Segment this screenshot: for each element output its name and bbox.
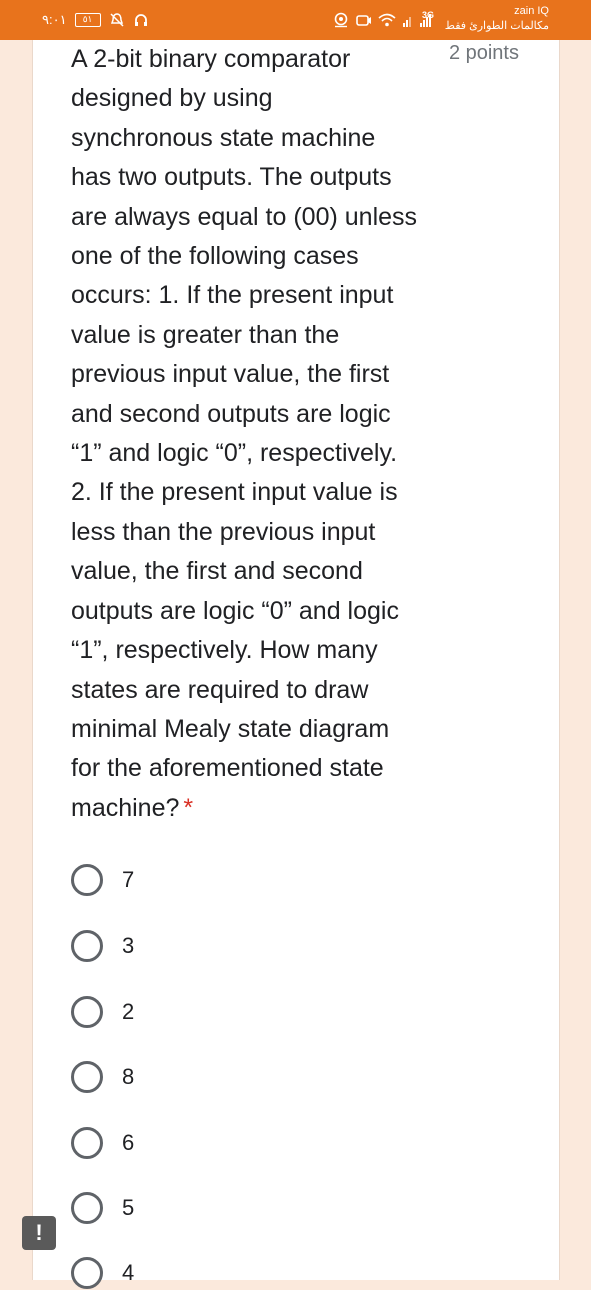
status-mid: 3G (332, 10, 434, 30)
option-5[interactable]: 5 (71, 1191, 134, 1225)
option-label: 4 (122, 1260, 135, 1285)
option-label: 6 (122, 1130, 135, 1155)
option-label: 7 (122, 867, 135, 892)
option-3[interactable]: 3 (71, 929, 134, 963)
clock: ٩:٠١ (42, 12, 67, 27)
radio-button[interactable] (71, 930, 103, 962)
carrier-name: zain IQ (514, 5, 549, 17)
headset-icon (134, 14, 147, 26)
wifi-icon (378, 13, 396, 27)
network-type: 3G (422, 10, 435, 20)
status-bar: ٩:٠١ ٥١ 3G zain IQ مكالمات الطوارئ فقط (0, 0, 591, 40)
question-card: A 2-bit binary comparator designed by us… (32, 40, 560, 1289)
option-7[interactable]: 7 (71, 863, 134, 897)
option-6[interactable]: 6 (71, 1126, 134, 1160)
battery-icon: ٥١ (74, 13, 101, 27)
radio-button[interactable] (71, 1192, 103, 1224)
location-icon (334, 12, 348, 28)
option-4[interactable]: 4 (71, 1256, 134, 1290)
radio-button[interactable] (71, 996, 103, 1028)
option-label: 8 (122, 1064, 135, 1089)
option-label: 5 (122, 1195, 135, 1220)
option-8[interactable]: 8 (71, 1060, 134, 1094)
required-asterisk: * (183, 793, 194, 822)
status-left: ٩:٠١ ٥١ (42, 10, 149, 30)
radio-button[interactable] (71, 1061, 103, 1093)
radio-button[interactable] (71, 864, 103, 896)
question-text: A 2-bit binary comparator designed by us… (71, 40, 451, 828)
alert-icon[interactable]: ! (22, 1216, 56, 1250)
option-label: 3 (122, 933, 135, 958)
option-label: 2 (122, 999, 135, 1024)
radio-button[interactable] (71, 1257, 103, 1289)
points-label: 2 points (448, 42, 519, 64)
question-body: A 2-bit binary comparator designed by us… (71, 45, 418, 822)
no-alarm-icon (110, 13, 124, 27)
carrier-info: zain IQ مكالمات الطوارئ فقط (445, 4, 549, 34)
carrier-note: مكالمات الطوارئ فقط (444, 20, 549, 32)
radio-button[interactable] (71, 1127, 103, 1159)
camera-icon (356, 15, 371, 26)
option-2[interactable]: 2 (71, 995, 134, 1029)
